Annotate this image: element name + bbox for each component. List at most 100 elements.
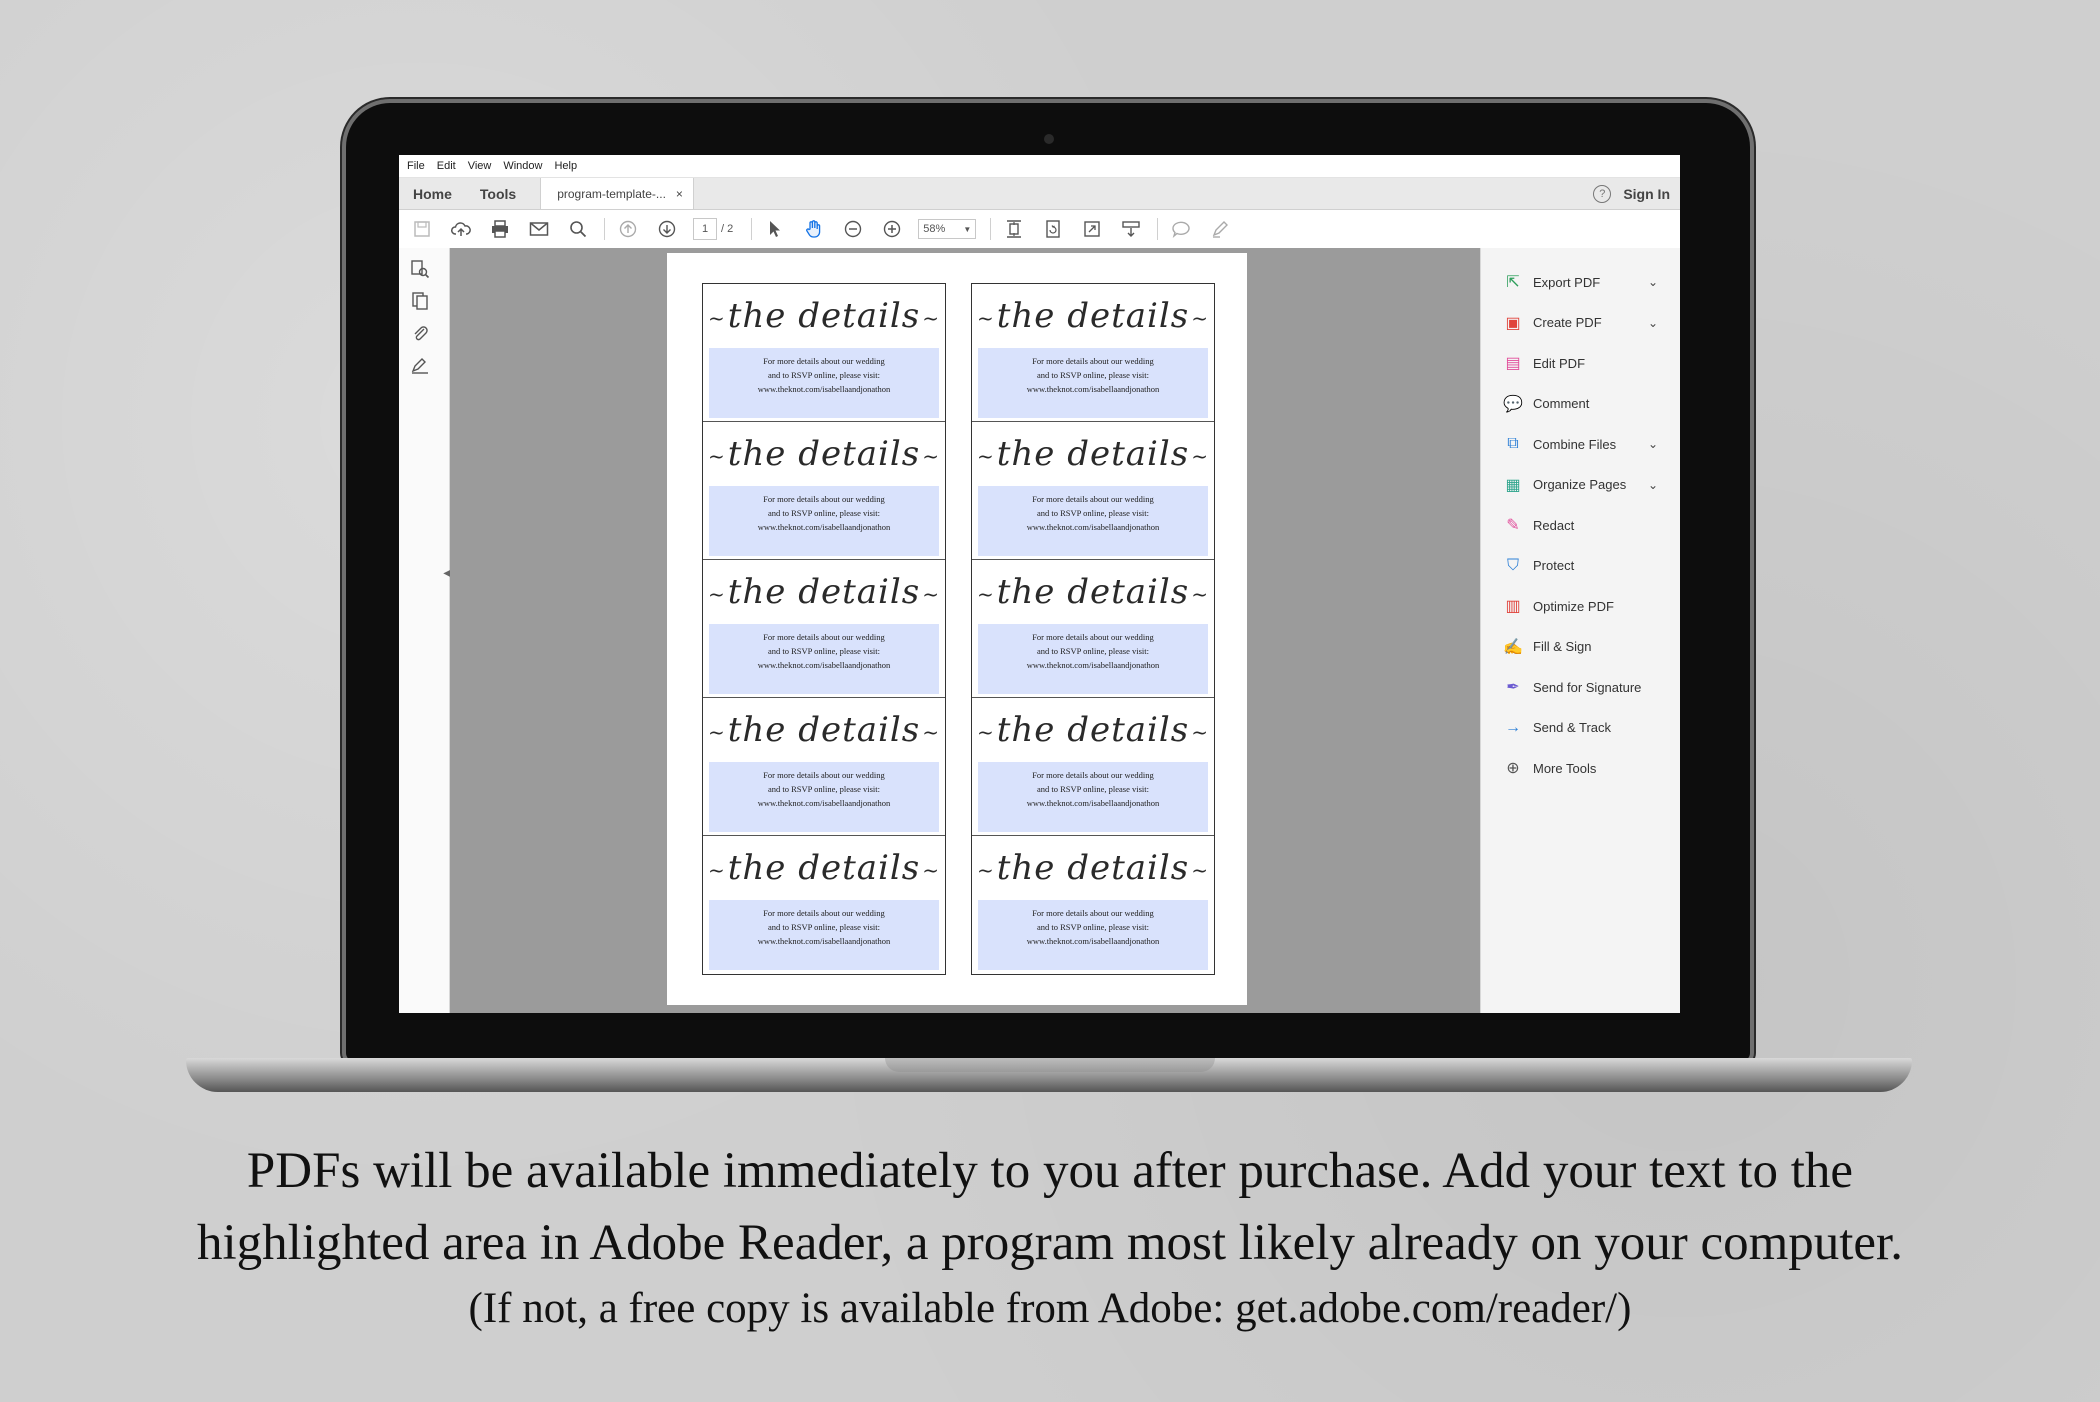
- page-thumbnails-icon[interactable]: [409, 258, 431, 280]
- signature-icon[interactable]: [409, 354, 431, 376]
- next-page-icon[interactable]: [654, 216, 680, 242]
- tab-home[interactable]: Home: [399, 186, 466, 202]
- menu-file[interactable]: File: [407, 160, 425, 172]
- tool-send-track[interactable]: → Send & Track: [1481, 708, 1680, 749]
- editable-text-area[interactable]: For more details about our wedding and t…: [709, 486, 939, 556]
- card-line: and to RSVP online, please visit:: [1036, 922, 1150, 932]
- attachment-icon[interactable]: [409, 322, 431, 344]
- card-line: For more details about our wedding: [763, 770, 885, 780]
- card-url: www.theknot.com/isabellaandjonathon: [1026, 798, 1160, 808]
- menu-window[interactable]: Window: [503, 160, 542, 172]
- print-icon[interactable]: [487, 216, 513, 242]
- editable-text-area[interactable]: For more details about our wedding and t…: [978, 348, 1208, 418]
- detail-card: the details For more details about our w…: [703, 560, 945, 698]
- send-track-icon: →: [1505, 718, 1521, 736]
- tab-tools[interactable]: Tools: [466, 186, 530, 202]
- tool-label: Export PDF: [1533, 274, 1601, 290]
- redact-icon: ✎: [1506, 517, 1520, 535]
- detail-card: the details For more details about our w…: [972, 560, 1214, 698]
- zoom-level-select[interactable]: 58% ▼: [918, 219, 977, 239]
- caption-line-2: highlighted area in Adobe Reader, a prog…: [197, 1215, 1903, 1271]
- tool-create-pdf[interactable]: ▣ Create PDF ⌄: [1481, 303, 1680, 344]
- chevron-down-icon[interactable]: ⌄: [1648, 478, 1658, 492]
- tool-protect[interactable]: ⛉ Protect: [1481, 546, 1680, 587]
- scroll-mode-icon[interactable]: [1118, 216, 1144, 242]
- sign-in-button[interactable]: Sign In: [1623, 186, 1670, 202]
- tool-export-pdf[interactable]: ⇱ Export PDF ⌄: [1481, 262, 1680, 303]
- zoom-in-icon[interactable]: [879, 216, 905, 242]
- toolbar-divider: [604, 218, 605, 240]
- card-line: For more details about our wedding: [1032, 356, 1154, 366]
- tool-label: Combine Files: [1533, 436, 1617, 452]
- detail-card: the details For more details about our w…: [703, 698, 945, 836]
- detail-card: the details For more details about our w…: [703, 284, 945, 422]
- editable-text-area[interactable]: For more details about our wedding and t…: [709, 348, 939, 418]
- rotate-view-icon[interactable]: [1040, 216, 1066, 242]
- editable-text-area[interactable]: For more details about our wedding and t…: [978, 900, 1208, 970]
- tool-combine-files[interactable]: ⧉ Combine Files ⌄: [1481, 424, 1680, 465]
- previous-page-icon[interactable]: [615, 216, 641, 242]
- document-viewer: the details For more details about our w…: [450, 248, 1480, 1013]
- card-title: the details: [972, 296, 1214, 336]
- zoom-out-icon[interactable]: [840, 216, 866, 242]
- editable-text-area[interactable]: For more details about our wedding and t…: [709, 762, 939, 832]
- detail-card: the details For more details about our w…: [703, 836, 945, 974]
- select-cursor-icon[interactable]: [762, 216, 788, 242]
- combine-files-icon: ⧉: [1507, 435, 1519, 453]
- tool-organize-pages[interactable]: ▦ Organize Pages ⌄: [1481, 465, 1680, 506]
- comment-icon[interactable]: [1168, 216, 1194, 242]
- card-title: the details: [972, 572, 1214, 612]
- copy-pages-icon[interactable]: [409, 290, 431, 312]
- tools-pane: ⇱ Export PDF ⌄ ▣ Create PDF ⌄ ▤ Edit PDF 💬 Commen…: [1480, 248, 1680, 1013]
- chevron-down-icon[interactable]: ⌄: [1648, 437, 1658, 451]
- card-url: www.theknot.com/isabellaandjonathon: [757, 936, 891, 946]
- card-line: For more details about our wedding: [763, 494, 885, 504]
- tool-comment[interactable]: 💬 Comment: [1481, 384, 1680, 425]
- chevron-down-icon[interactable]: ⌄: [1648, 316, 1658, 330]
- comment-icon: 💬: [1503, 395, 1523, 413]
- account-area: ? Sign In: [1593, 178, 1670, 209]
- tool-label: Redact: [1533, 517, 1575, 533]
- caption-line-1: PDFs will be available immediately to yo…: [246, 1143, 1854, 1199]
- save-icon[interactable]: [409, 216, 435, 242]
- edit-pdf-icon: ▤: [1505, 355, 1521, 373]
- menu-bar: File Edit View Window Help: [399, 155, 1680, 178]
- tool-label: Create PDF: [1533, 315, 1602, 331]
- menu-view[interactable]: View: [468, 160, 492, 172]
- menu-help[interactable]: Help: [554, 160, 577, 172]
- card-title: the details: [703, 710, 945, 750]
- tool-fill-sign[interactable]: ✍ Fill & Sign: [1481, 627, 1680, 668]
- tool-redact[interactable]: ✎ Redact: [1481, 505, 1680, 546]
- card-line: and to RSVP online, please visit:: [767, 508, 881, 518]
- tool-edit-pdf[interactable]: ▤ Edit PDF: [1481, 343, 1680, 384]
- tab-bar: Home Tools program-template-... × ? Sign…: [399, 178, 1680, 210]
- fit-page-icon[interactable]: [1001, 216, 1027, 242]
- tool-send-for-signature[interactable]: ✒ Send for Signature: [1481, 667, 1680, 708]
- chevron-down-icon[interactable]: ⌄: [1648, 275, 1658, 289]
- card-url: www.theknot.com/isabellaandjonathon: [757, 384, 891, 394]
- close-tab-icon[interactable]: ×: [676, 187, 683, 201]
- help-icon[interactable]: ?: [1593, 184, 1612, 203]
- card-line: For more details about our wedding: [763, 632, 885, 642]
- editable-text-area[interactable]: For more details about our wedding and t…: [709, 624, 939, 694]
- hand-tool-icon[interactable]: [801, 216, 827, 242]
- tool-more-tools[interactable]: ⊕ More Tools: [1481, 748, 1680, 789]
- email-icon[interactable]: [526, 216, 552, 242]
- tool-optimize-pdf[interactable]: ▥ Optimize PDF: [1481, 586, 1680, 627]
- protect-icon: ⛉: [1506, 556, 1519, 574]
- card-line: and to RSVP online, please visit:: [767, 922, 881, 932]
- menu-edit[interactable]: Edit: [437, 160, 456, 172]
- card-line: and to RSVP online, please visit:: [1036, 370, 1150, 380]
- send-for-signature-icon: ✒: [1506, 679, 1520, 697]
- editable-text-area[interactable]: For more details about our wedding and t…: [978, 762, 1208, 832]
- full-screen-icon[interactable]: [1079, 216, 1105, 242]
- editable-text-area[interactable]: For more details about our wedding and t…: [709, 900, 939, 970]
- upload-cloud-icon[interactable]: [448, 216, 474, 242]
- card-line: and to RSVP online, please visit:: [1036, 784, 1150, 794]
- page-number-input[interactable]: 1: [693, 218, 717, 240]
- search-icon[interactable]: [565, 216, 591, 242]
- editable-text-area[interactable]: For more details about our wedding and t…: [978, 486, 1208, 556]
- highlight-pen-icon[interactable]: [1207, 216, 1233, 242]
- tab-document[interactable]: program-template-... ×: [540, 178, 694, 209]
- editable-text-area[interactable]: For more details about our wedding and t…: [978, 624, 1208, 694]
